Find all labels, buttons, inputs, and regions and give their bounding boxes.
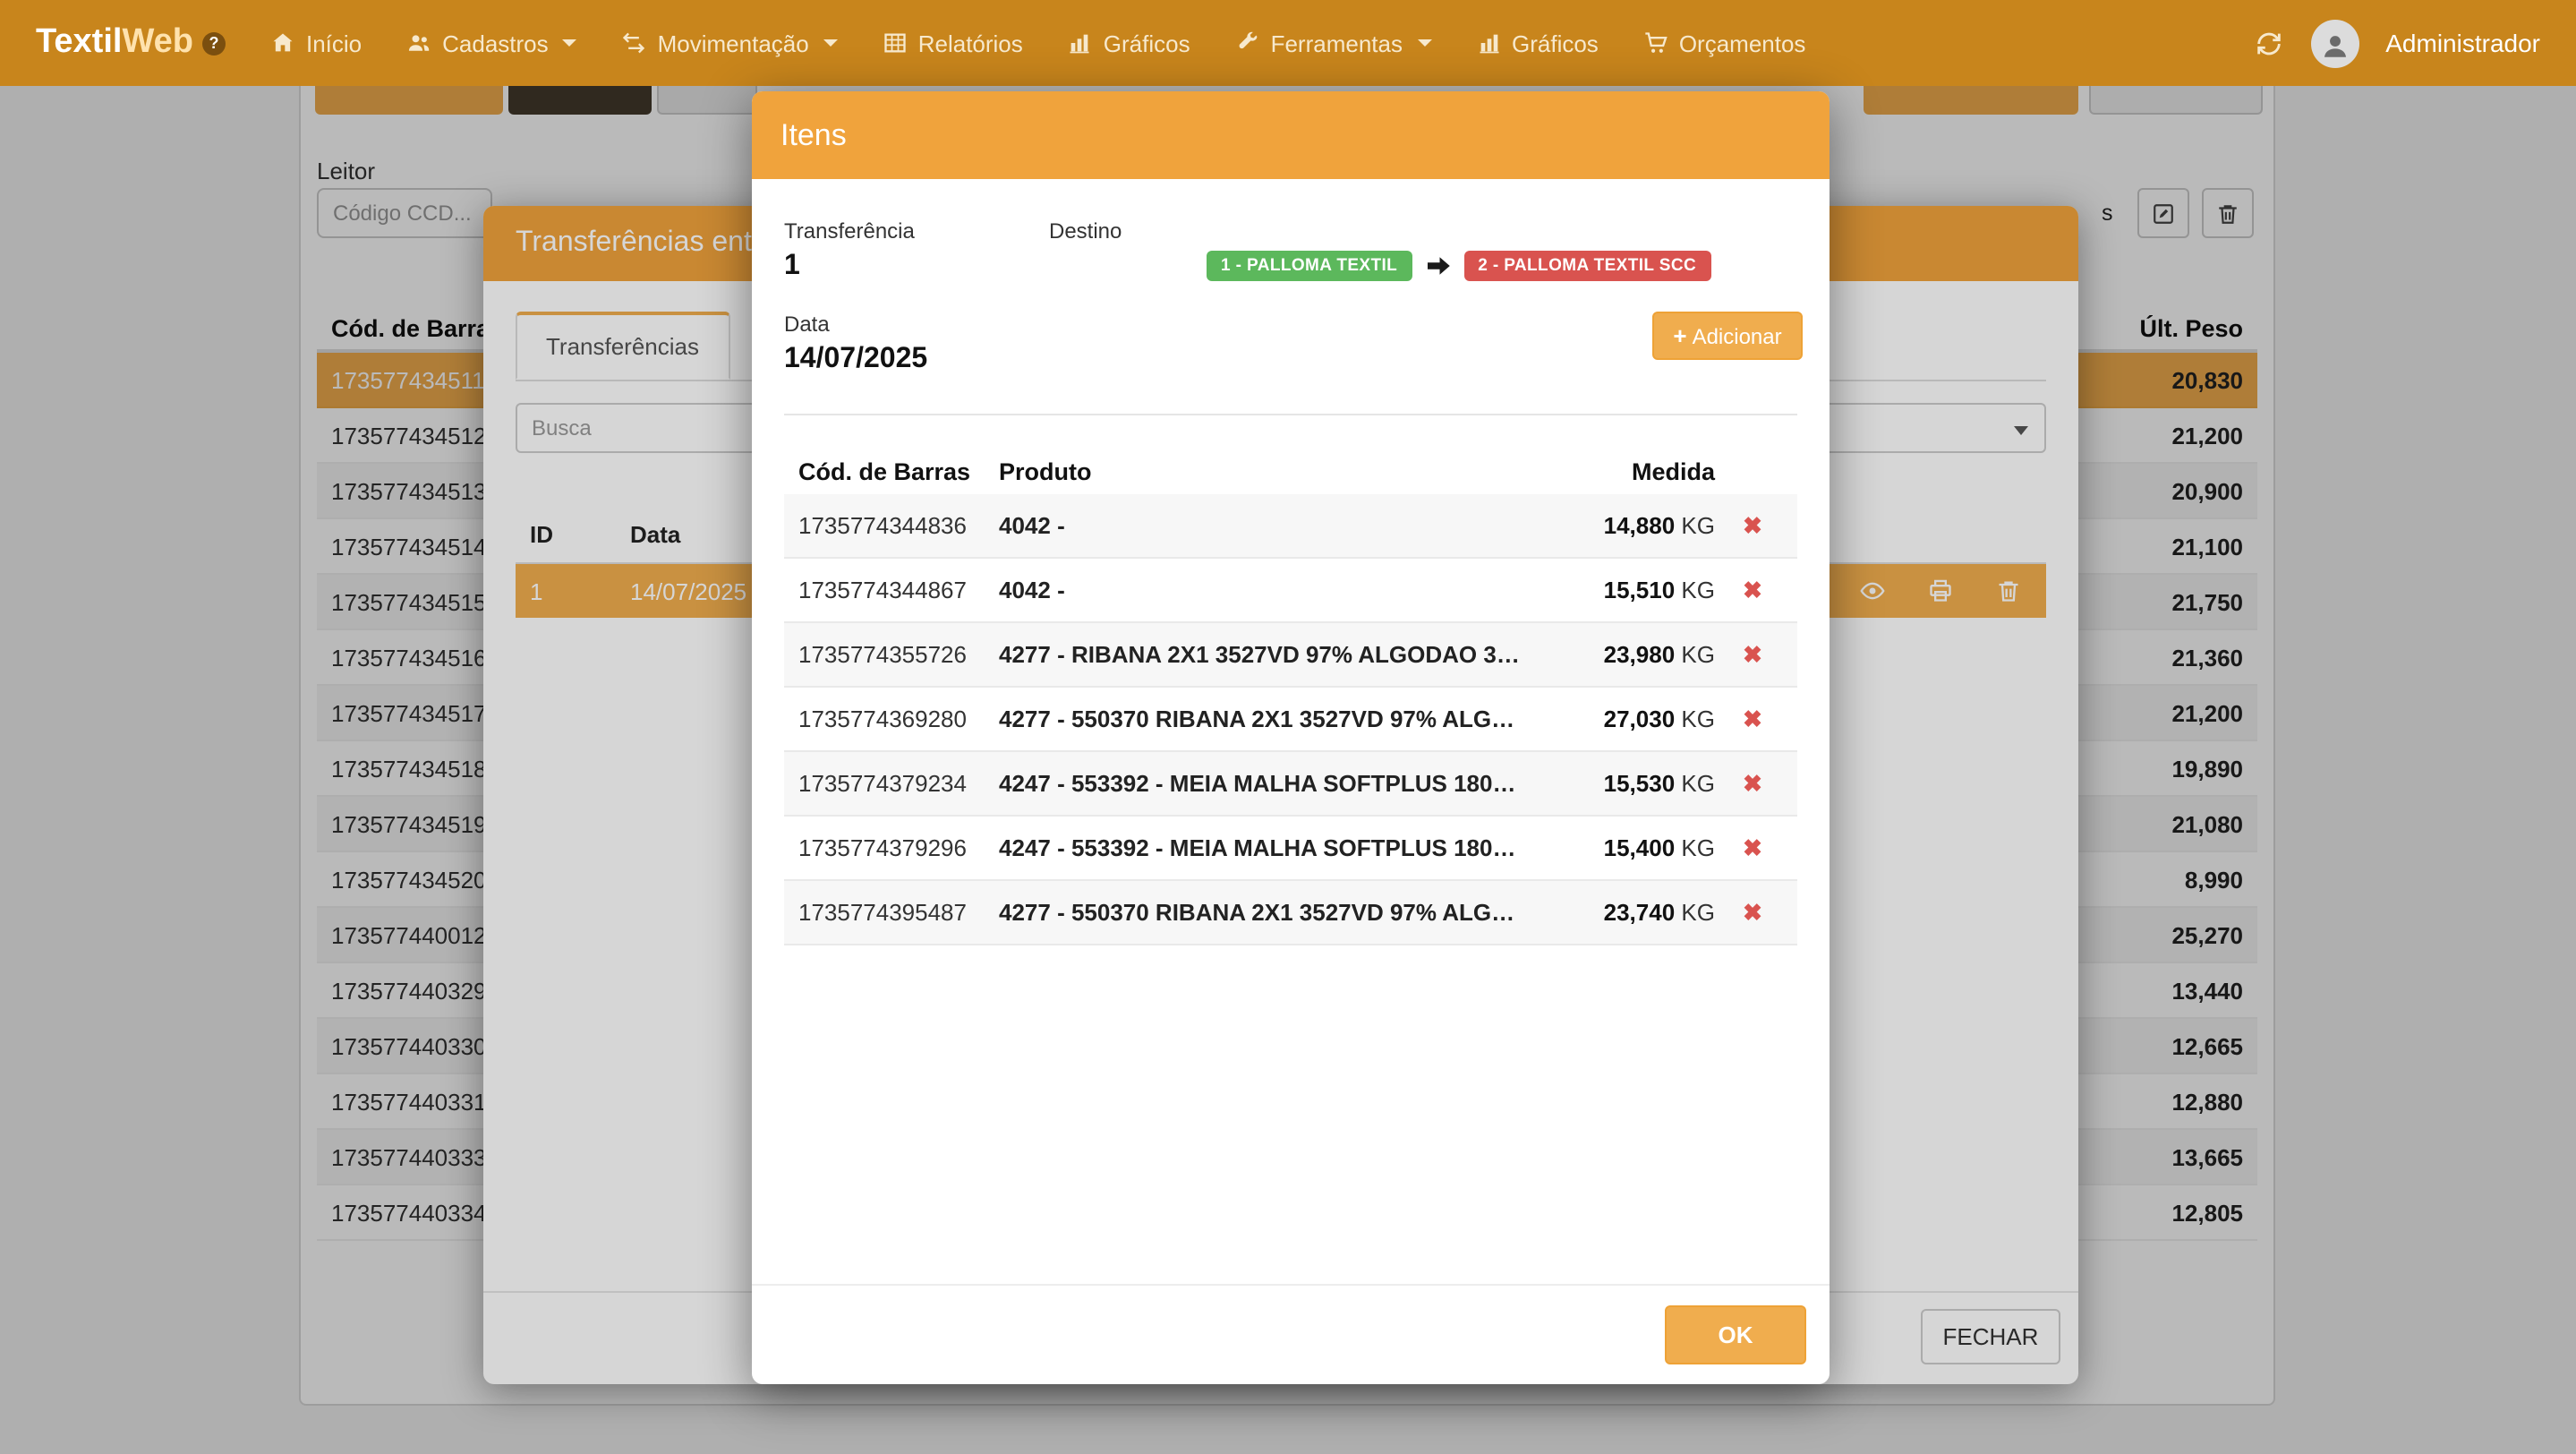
remove-item-icon[interactable]: ✖ [1722, 834, 1783, 862]
chevron-down-icon [823, 39, 838, 47]
itens-modal-header: Itens [752, 91, 1830, 179]
nav-cadastros[interactable]: Cadastros [406, 30, 577, 56]
nav-label: Início [306, 30, 362, 56]
nav-inicio[interactable]: Início [270, 30, 362, 56]
top-navbar: TextilWeb ? Início Cadastros Movimentaçã… [0, 0, 2576, 86]
users-icon [406, 30, 431, 56]
item-row: 1735774355726 4277 - RIBANA 2X1 3527VD 9… [784, 623, 1797, 688]
items-table-header: Cód. de Barras Produto Medida [784, 448, 1797, 496]
nav-label: Gráficos [1104, 30, 1190, 56]
item-medida-cell: 15,400 KG [1536, 834, 1722, 861]
itens-modal-footer: OK [752, 1284, 1830, 1384]
col-actions-header [1722, 458, 1783, 485]
transferencia-value: 1 [784, 251, 800, 283]
wrench-icon [1235, 30, 1260, 56]
item-barcode-cell: 1735774379296 [798, 834, 999, 861]
brand-logo[interactable]: TextilWeb ? [36, 23, 226, 63]
nav-label: Gráficos [1512, 30, 1599, 56]
nav-label: Relatórios [918, 30, 1023, 56]
itens-modal: Itens Transferência 1 Destino 1 - PALLOM… [752, 91, 1830, 1384]
item-barcode-cell: 1735774344836 [798, 512, 999, 539]
itens-modal-body: Transferência 1 Destino 1 - PALLOMA TEXT… [752, 179, 1830, 1384]
remove-item-icon[interactable]: ✖ [1722, 898, 1783, 927]
remove-item-icon[interactable]: ✖ [1722, 769, 1783, 798]
bar-chart-icon [1476, 30, 1501, 56]
item-row: 1735774344867 4042 - 15,510 KG ✖ [784, 559, 1797, 623]
destino-badge: 2 - PALLOMA TEXTIL SCC [1463, 251, 1710, 281]
nav-graficos-2[interactable]: Gráficos [1476, 30, 1599, 56]
user-avatar[interactable] [2310, 19, 2358, 67]
item-barcode-cell: 1735774355726 [798, 641, 999, 668]
help-icon[interactable]: ? [202, 31, 226, 55]
item-barcode-cell: 1735774379234 [798, 770, 999, 797]
col-produto-header: Produto [999, 458, 1536, 485]
remove-item-icon[interactable]: ✖ [1722, 576, 1783, 604]
home-icon [270, 30, 295, 56]
item-produto-cell: 4042 - [999, 577, 1536, 603]
item-produto-cell: 4247 - 553392 - MEIA MALHA SOFTPLUS 1801… [999, 770, 1536, 797]
col-medida-header: Medida [1536, 458, 1722, 485]
item-medida-cell: 14,880 KG [1536, 512, 1722, 539]
nav-relatorios[interactable]: Relatórios [883, 30, 1023, 56]
route-badges: 1 - PALLOMA TEXTIL 2 - PALLOMA TEXTIL SC… [1207, 251, 1710, 281]
item-row: 1735774379234 4247 - 553392 - MEIA MALHA… [784, 752, 1797, 817]
itens-modal-title: Itens [780, 117, 847, 153]
adicionar-button[interactable]: + Adicionar [1652, 312, 1803, 360]
nav-label: Ferramentas [1271, 30, 1403, 56]
transferencia-label: Transferência [784, 218, 915, 244]
item-row: 1735774379296 4247 - 553392 - MEIA MALHA… [784, 817, 1797, 881]
nav-label: Movimentação [658, 30, 809, 56]
cart-icon [1643, 30, 1668, 56]
item-barcode-cell: 1735774369280 [798, 706, 999, 732]
item-barcode-cell: 1735774395487 [798, 899, 999, 926]
item-row: 1735774395487 4277 - 550370 RIBANA 2X1 3… [784, 881, 1797, 945]
nav-ferramentas[interactable]: Ferramentas [1235, 30, 1431, 56]
chevron-down-icon [1417, 39, 1431, 47]
ok-button[interactable]: OK [1665, 1305, 1806, 1364]
bar-chart-icon [1068, 30, 1093, 56]
remove-item-icon[interactable]: ✖ [1722, 705, 1783, 733]
refresh-icon[interactable] [2253, 28, 2283, 58]
nav-label: Orçamentos [1679, 30, 1806, 56]
report-table-icon [883, 30, 908, 56]
item-produto-cell: 4277 - RIBANA 2X1 3527VD 97% ALGODAO 3% … [999, 641, 1536, 668]
remove-item-icon[interactable]: ✖ [1722, 640, 1783, 669]
adicionar-label: Adicionar [1693, 323, 1782, 348]
exchange-icon [622, 30, 647, 56]
item-medida-cell: 27,030 KG [1536, 706, 1722, 732]
user-icon [2319, 30, 2350, 61]
arrow-right-icon [1424, 254, 1451, 278]
item-produto-cell: 4042 - [999, 512, 1536, 539]
item-medida-cell: 15,530 KG [1536, 770, 1722, 797]
item-row: 1735774344836 4042 - 14,880 KG ✖ [784, 494, 1797, 559]
app-root: Leitor s Cód. de Barras Últ. Peso [0, 0, 2576, 1454]
item-produto-cell: 4277 - 550370 RIBANA 2X1 3527VD 97% ALGO… [999, 899, 1536, 926]
col-barcode-header: Cód. de Barras [798, 458, 999, 485]
item-medida-cell: 23,980 KG [1536, 641, 1722, 668]
items-table: 1735774344836 4042 - 14,880 KG ✖ 1735774… [784, 494, 1797, 945]
remove-item-icon[interactable]: ✖ [1722, 511, 1783, 540]
data-value: 14/07/2025 [784, 344, 927, 376]
nav-movimentacao[interactable]: Movimentação [622, 30, 838, 56]
brand-web: Web [122, 23, 193, 63]
plus-icon: + [1673, 322, 1686, 349]
nav-label: Cadastros [442, 30, 549, 56]
item-row: 1735774369280 4277 - 550370 RIBANA 2X1 3… [784, 688, 1797, 752]
username-label[interactable]: Administrador [2385, 29, 2540, 57]
item-medida-cell: 23,740 KG [1536, 899, 1722, 926]
item-produto-cell: 4247 - 553392 - MEIA MALHA SOFTPLUS 1801… [999, 834, 1536, 861]
item-barcode-cell: 1735774344867 [798, 577, 999, 603]
brand-textil: Textil [36, 23, 122, 63]
navbar-right: Administrador [2253, 19, 2540, 67]
nav-graficos-1[interactable]: Gráficos [1068, 30, 1190, 56]
destino-label: Destino [1049, 218, 1122, 244]
chevron-down-icon [563, 39, 577, 47]
data-label: Data [784, 312, 830, 337]
origem-badge: 1 - PALLOMA TEXTIL [1207, 251, 1412, 281]
item-medida-cell: 15,510 KG [1536, 577, 1722, 603]
divider [784, 414, 1797, 415]
item-produto-cell: 4277 - 550370 RIBANA 2X1 3527VD 97% ALGO… [999, 706, 1536, 732]
nav-orcamentos[interactable]: Orçamentos [1643, 30, 1806, 56]
